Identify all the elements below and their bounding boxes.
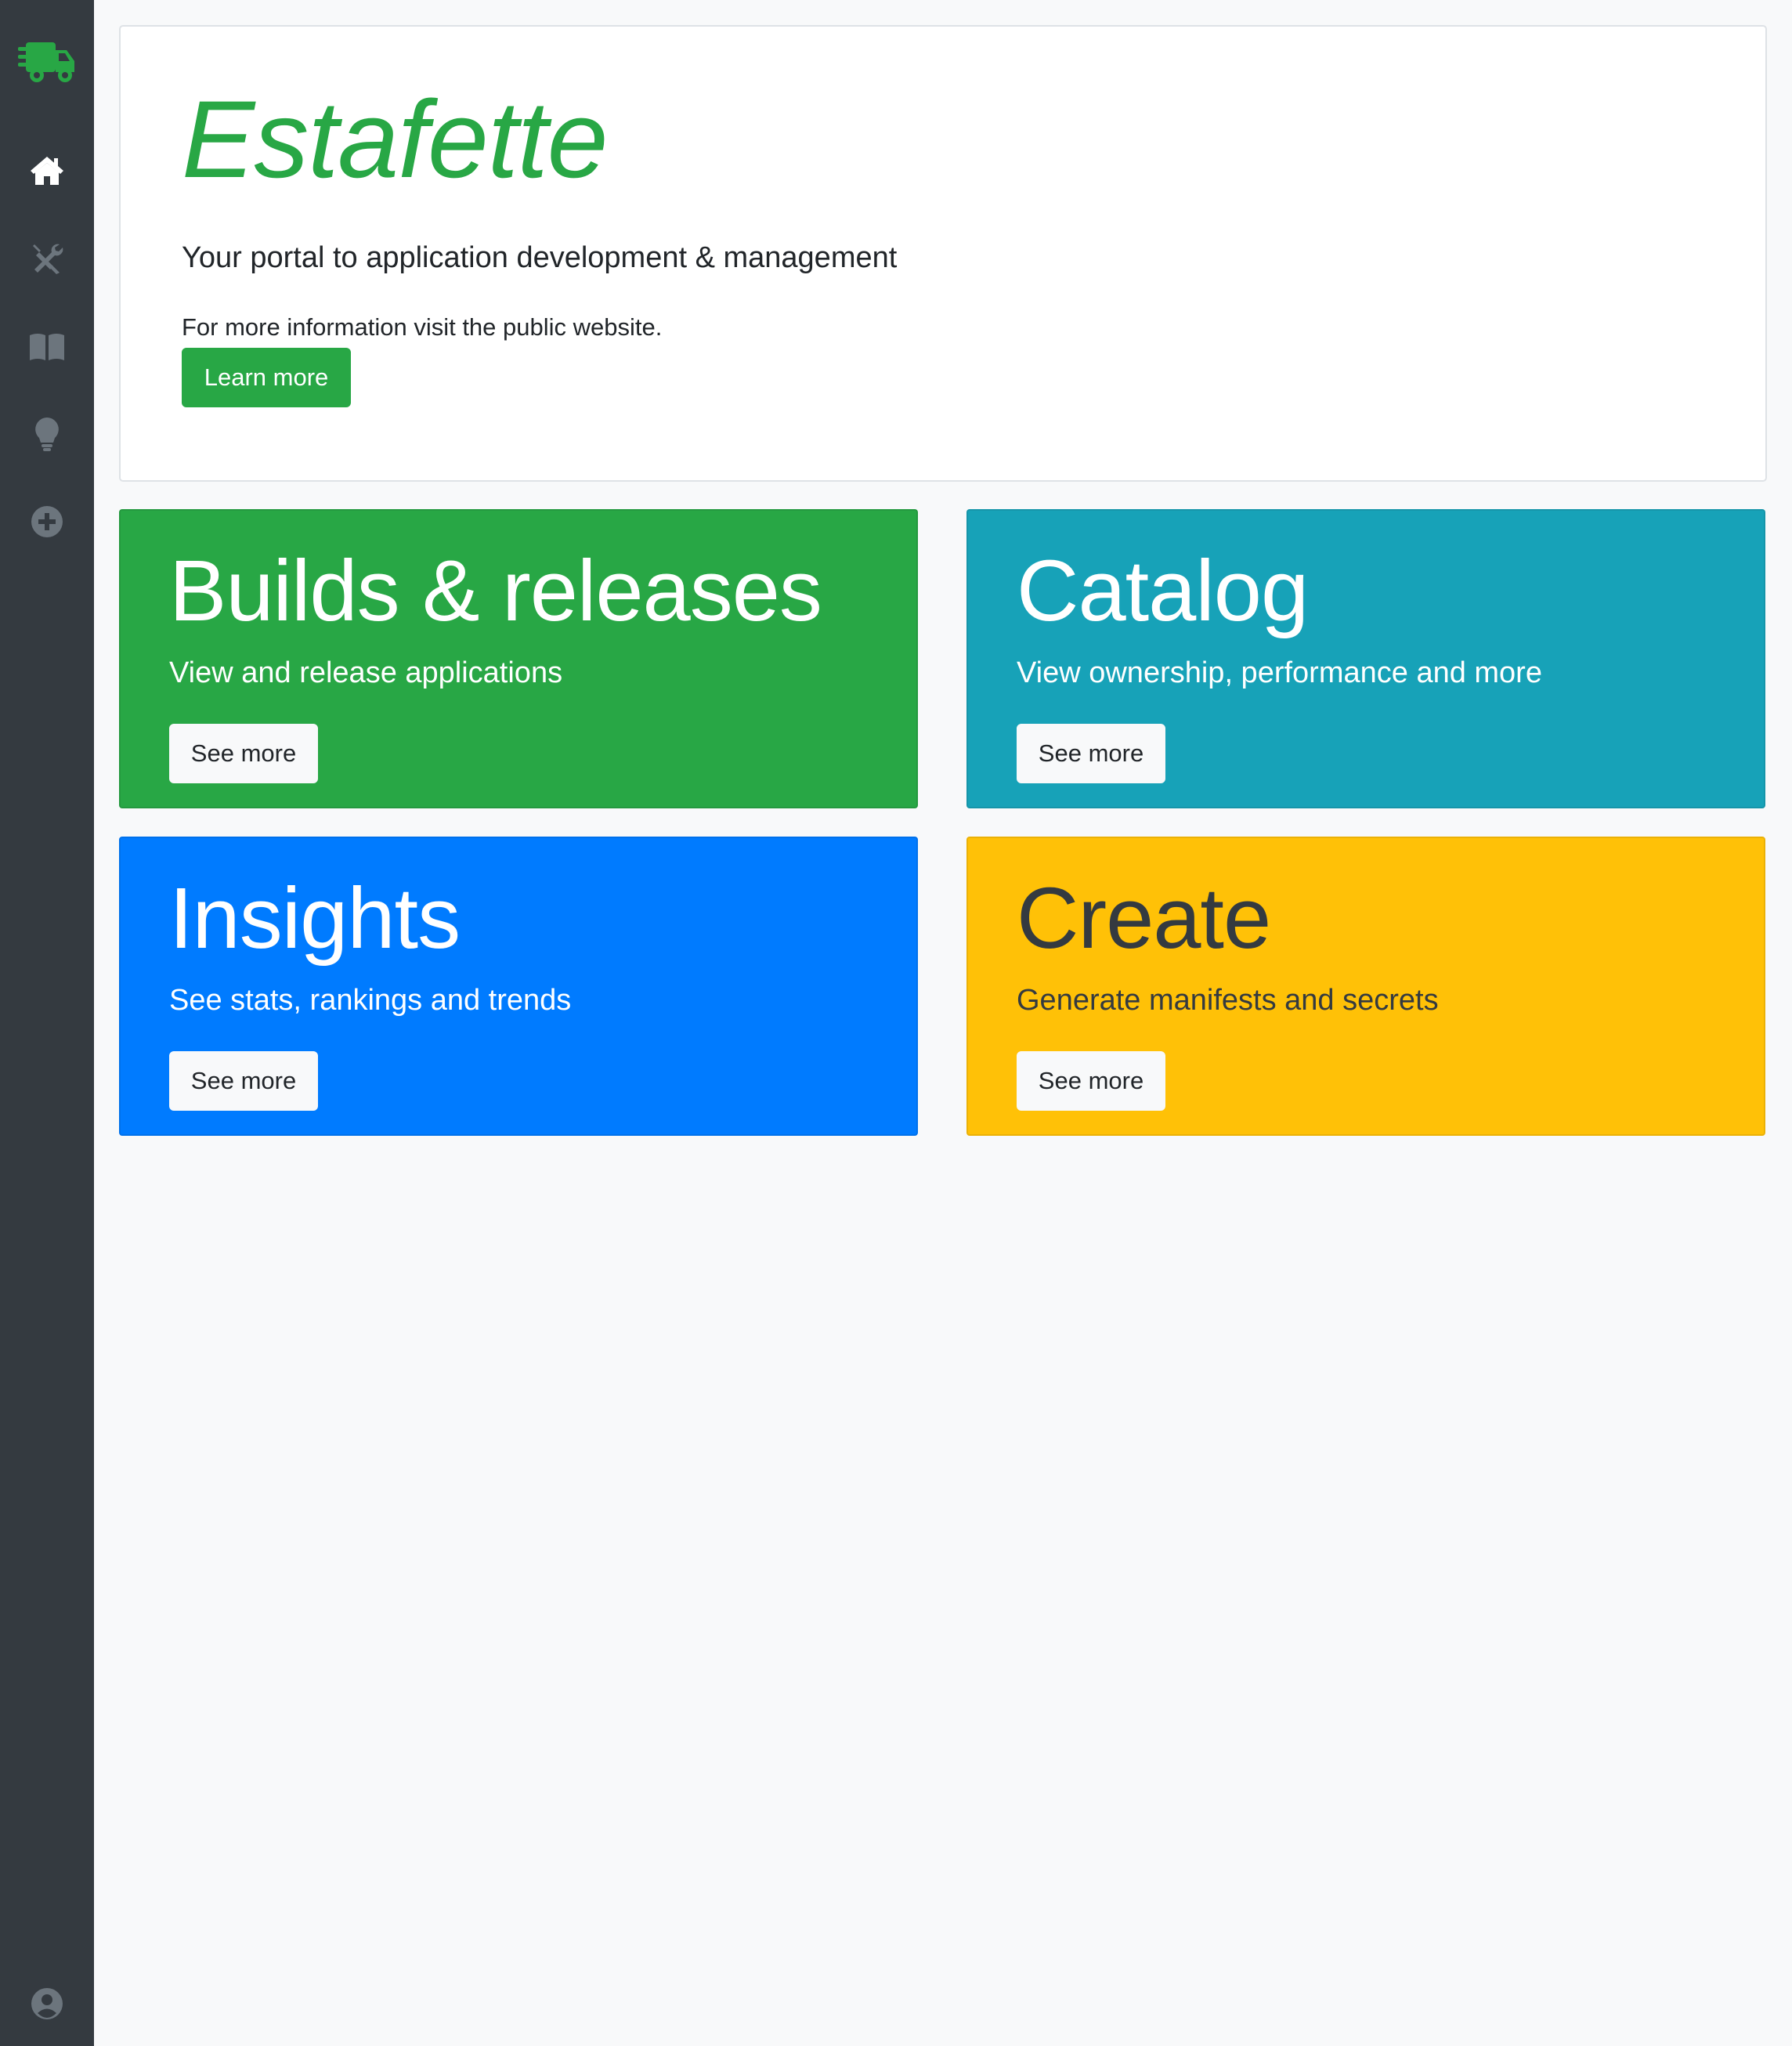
sidebar-item-create[interactable] — [0, 490, 94, 553]
card-title: Catalog — [1017, 543, 1309, 639]
card-catalog: Catalog View ownership, performance and … — [966, 509, 1765, 808]
lightbulb-icon — [34, 416, 60, 452]
learn-more-button[interactable]: Learn more — [182, 348, 351, 407]
sidebar-item-home[interactable] — [0, 139, 94, 202]
page-title: Estafette — [182, 78, 609, 201]
sidebar-item-docs[interactable] — [0, 315, 94, 378]
card-create: Create Generate manifests and secrets Se… — [966, 837, 1765, 1136]
tools-icon — [30, 241, 64, 276]
sidebar-item-tools[interactable] — [0, 227, 94, 290]
card-title: Insights — [169, 870, 461, 967]
card-title: Create — [1017, 870, 1271, 967]
sidebar — [0, 0, 94, 2046]
sidebar-item-insights[interactable] — [0, 403, 94, 465]
card-builds-releases: Builds & releases View and release appli… — [119, 509, 918, 808]
jumbotron: Estafette Your portal to application dev… — [119, 25, 1767, 482]
book-icon — [28, 331, 66, 362]
truck-fast-icon — [18, 39, 76, 86]
card-subtitle: View ownership, performance and more — [1017, 656, 1542, 689]
catalog-see-more-button[interactable]: See more — [1017, 724, 1165, 783]
brand-logo[interactable] — [0, 31, 94, 94]
main-content: Estafette Your portal to application dev… — [94, 0, 1792, 2046]
builds-see-more-button[interactable]: See more — [169, 724, 318, 783]
card-subtitle: Generate manifests and secrets — [1017, 984, 1439, 1017]
user-menu[interactable] — [0, 1972, 94, 2035]
lead-text: Your portal to application development &… — [182, 241, 898, 274]
user-circle-icon — [31, 1987, 63, 2020]
plus-circle-icon — [31, 505, 63, 538]
home-icon — [29, 155, 65, 186]
create-see-more-button[interactable]: See more — [1017, 1051, 1165, 1111]
card-insights: Insights See stats, rankings and trends … — [119, 837, 918, 1136]
card-subtitle: View and release applications — [169, 656, 563, 689]
insights-see-more-button[interactable]: See more — [169, 1051, 318, 1111]
card-title: Builds & releases — [169, 543, 822, 639]
card-subtitle: See stats, rankings and trends — [169, 984, 572, 1017]
info-text: For more information visit the public we… — [182, 313, 663, 341]
